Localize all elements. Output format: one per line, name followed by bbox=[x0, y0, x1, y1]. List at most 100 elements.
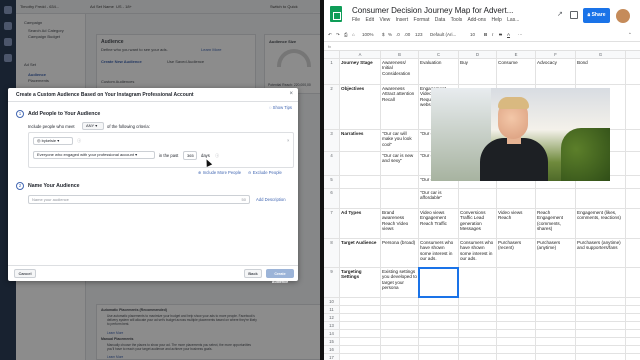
menu-format[interactable]: Format bbox=[414, 17, 430, 23]
row-header[interactable]: 10 bbox=[324, 298, 340, 306]
cell-d7[interactable]: Conversions Traffic Lead generation Mess… bbox=[459, 209, 497, 239]
cell-c6[interactable]: "Our car is affordable" bbox=[419, 189, 459, 209]
cell-e6[interactable] bbox=[497, 189, 536, 209]
cell-a12[interactable] bbox=[340, 314, 381, 322]
cell-h11[interactable] bbox=[626, 306, 640, 314]
cell-f8[interactable]: Purchasers (anytime) bbox=[536, 239, 576, 268]
row-header[interactable]: 2 bbox=[324, 85, 340, 130]
cell-a5[interactable] bbox=[340, 176, 381, 189]
cell-f12[interactable] bbox=[536, 314, 576, 322]
strikethrough-icon[interactable]: S bbox=[499, 32, 502, 37]
cell-g12[interactable] bbox=[576, 314, 626, 322]
menu-tools[interactable]: Tools bbox=[451, 17, 463, 23]
cell-a7[interactable]: Ad Types bbox=[340, 209, 381, 239]
cell-d10[interactable] bbox=[459, 298, 497, 306]
cell-e9[interactable] bbox=[497, 268, 536, 298]
cell-a10[interactable] bbox=[340, 298, 381, 306]
cell-h16[interactable] bbox=[626, 346, 640, 354]
row-header[interactable]: 13 bbox=[324, 322, 340, 330]
cell-g8[interactable]: Purchasers (anytime) and supporters/fans bbox=[576, 239, 626, 268]
cell-b15[interactable] bbox=[381, 338, 419, 346]
cell-b13[interactable] bbox=[381, 322, 419, 330]
cell-c13[interactable] bbox=[419, 322, 459, 330]
number-format-button[interactable]: 123 bbox=[415, 32, 423, 37]
cell-d8[interactable]: Consumers who have shown some interest i… bbox=[459, 239, 497, 268]
cell-h2[interactable] bbox=[626, 85, 640, 130]
column-header-d[interactable]: D bbox=[459, 51, 497, 59]
cell-e14[interactable] bbox=[497, 330, 536, 338]
row-header[interactable]: 17 bbox=[324, 354, 340, 360]
cell-c1[interactable]: Evaluation bbox=[419, 59, 459, 85]
cell-c17[interactable] bbox=[419, 354, 459, 360]
italic-icon[interactable]: I bbox=[492, 32, 493, 37]
cell-g15[interactable] bbox=[576, 338, 626, 346]
cell-c12[interactable] bbox=[419, 314, 459, 322]
cell-c7[interactable]: Video views Engagement Reach Traffic bbox=[419, 209, 459, 239]
cell-a15[interactable] bbox=[340, 338, 381, 346]
cell-h12[interactable] bbox=[626, 314, 640, 322]
cell-g9[interactable] bbox=[576, 268, 626, 298]
cell-d11[interactable] bbox=[459, 306, 497, 314]
cell-h9[interactable] bbox=[626, 268, 640, 298]
cell-g17[interactable] bbox=[576, 354, 626, 360]
font-select[interactable]: Default (Ari... bbox=[430, 32, 456, 37]
cell-e16[interactable] bbox=[497, 346, 536, 354]
cell-h17[interactable] bbox=[626, 354, 640, 360]
cell-e10[interactable] bbox=[497, 298, 536, 306]
cell-b7[interactable]: Brand awareness Reach Video views bbox=[381, 209, 419, 239]
cell-a17[interactable] bbox=[340, 354, 381, 360]
cell-b4[interactable]: "Our car is new and sexy" bbox=[381, 152, 419, 176]
cell-b16[interactable] bbox=[381, 346, 419, 354]
cell-g14[interactable] bbox=[576, 330, 626, 338]
menu-data[interactable]: Data bbox=[435, 17, 446, 23]
cell-b14[interactable] bbox=[381, 330, 419, 338]
formula-bar[interactable]: fx bbox=[324, 42, 640, 51]
menu-edit[interactable]: Edit bbox=[365, 17, 374, 23]
comments-icon[interactable] bbox=[570, 11, 578, 19]
cell-e13[interactable] bbox=[497, 322, 536, 330]
cell-d13[interactable] bbox=[459, 322, 497, 330]
cell-a9[interactable]: Targeting Settings bbox=[340, 268, 381, 298]
cell-h7[interactable] bbox=[626, 209, 640, 239]
cell-c16[interactable] bbox=[419, 346, 459, 354]
paint-format-icon[interactable]: ⌂ bbox=[352, 32, 355, 37]
row-header[interactable]: 16 bbox=[324, 346, 340, 354]
add-description-link[interactable]: Add Description bbox=[256, 197, 286, 202]
cell-f16[interactable] bbox=[536, 346, 576, 354]
cell-a13[interactable] bbox=[340, 322, 381, 330]
column-header-g[interactable]: G bbox=[576, 51, 626, 59]
cell-g1[interactable]: Bond bbox=[576, 59, 626, 85]
bold-icon[interactable]: B bbox=[484, 32, 487, 37]
cell-a3[interactable]: Narratives bbox=[340, 130, 381, 152]
cell-g16[interactable] bbox=[576, 346, 626, 354]
menu-file[interactable]: File bbox=[352, 17, 360, 23]
column-header-a[interactable]: A bbox=[340, 51, 381, 59]
column-header-f[interactable]: F bbox=[536, 51, 576, 59]
cell-c15[interactable] bbox=[419, 338, 459, 346]
avatar[interactable] bbox=[616, 9, 630, 23]
percent-button[interactable]: % bbox=[388, 32, 392, 37]
row-header[interactable]: 11 bbox=[324, 306, 340, 314]
share-button[interactable]: 🔒︎ Share bbox=[583, 8, 610, 23]
cell-b12[interactable] bbox=[381, 314, 419, 322]
active-cell-selection[interactable] bbox=[418, 267, 459, 298]
cell-b5[interactable] bbox=[381, 176, 419, 189]
include-more-people-link[interactable]: ⊕ Include More People bbox=[198, 170, 241, 175]
row-header[interactable]: 5 bbox=[324, 176, 340, 189]
cell-c14[interactable] bbox=[419, 330, 459, 338]
redo-icon[interactable]: ↷ bbox=[336, 32, 340, 38]
cell-b3[interactable]: "Our car will make you look cool" bbox=[381, 130, 419, 152]
cell-g7[interactable]: Engagement (likes, comments, reactions) bbox=[576, 209, 626, 239]
menu-insert[interactable]: Insert bbox=[396, 17, 409, 23]
more-icon[interactable]: ⋯ bbox=[518, 32, 523, 38]
row-header[interactable]: 12 bbox=[324, 314, 340, 322]
cell-d16[interactable] bbox=[459, 346, 497, 354]
close-icon[interactable]: × bbox=[287, 138, 289, 143]
cell-a4[interactable] bbox=[340, 152, 381, 176]
collapse-icon[interactable]: ⌃ bbox=[628, 32, 632, 38]
cell-b8[interactable]: Persona (broad) bbox=[381, 239, 419, 268]
row-header[interactable]: 7 bbox=[324, 209, 340, 239]
sheets-logo-icon[interactable] bbox=[330, 6, 342, 22]
increase-decimal-button[interactable]: .00 bbox=[404, 32, 410, 37]
font-size-select[interactable]: 10 bbox=[470, 32, 475, 37]
